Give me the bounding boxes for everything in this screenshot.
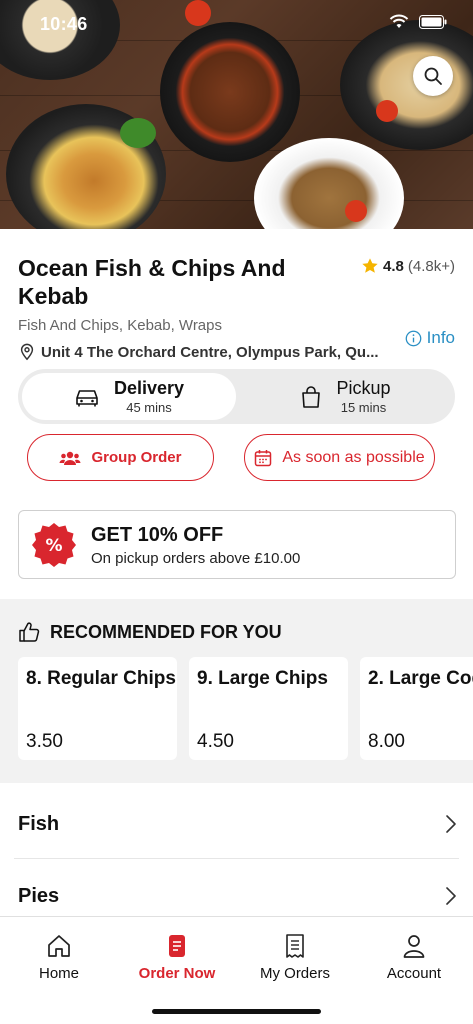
tab-home[interactable]: Home [0,933,118,982]
tomato-decor [345,200,367,222]
shopping-bag-icon [302,385,321,408]
home-icon [48,935,70,957]
item-name: 2. Large Cod [368,668,473,689]
tab-my-orders[interactable]: My Orders [236,933,354,982]
rating-value: 4.8 [383,257,404,275]
promo-card[interactable]: % GET 10% OFF On pickup orders above £10… [18,510,456,579]
status-icons [389,14,447,30]
info-link[interactable]: Info [405,328,455,348]
tab-label: Order Now [138,965,216,982]
calendar-icon [255,449,272,466]
discount-symbol: % [45,536,62,556]
restaurant-name: Ocean Fish & Chips And Kebab [18,255,286,309]
order-icon [169,935,185,957]
item-price: 8.00 [368,731,405,752]
item-name: 8. Regular Chips [26,668,176,689]
group-icon [59,451,81,465]
rating-count: (4.8k+) [407,257,455,275]
tab-account[interactable]: Account [355,933,473,982]
schedule-label: As soon as possible [282,448,425,466]
search-button[interactable] [413,56,453,96]
kebab-plate [254,138,404,229]
promo-headline: GET 10% OFF [91,524,224,546]
pickup-option[interactable]: Pickup 15 mins [240,373,451,420]
star-icon [362,258,378,273]
group-order-button[interactable]: Group Order [27,434,214,481]
discount-badge-icon: % [32,523,76,567]
thumbs-up-icon [19,622,40,642]
status-bar: 10:46 [0,0,473,50]
category-label: Pies [18,884,60,907]
tab-label: My Orders [259,965,330,982]
rating: 4.8 (4.8k+) [361,257,455,275]
delivery-label: Delivery [113,377,185,398]
item-price: 3.50 [26,731,63,752]
address[interactable]: Unit 4 The Orchard Centre, Olympus Park,… [18,343,386,361]
recommended-item-card[interactable]: 9. Large Chips 4.50 [189,657,348,760]
home-indicator [152,1009,321,1014]
status-time: 10:46 [40,14,88,34]
address-text: Unit 4 The Orchard Centre, Olympus Park,… [41,343,379,361]
bottom-tab-bar: Home Order Now My Orders Account [0,916,473,1024]
hero-image: 10:46 [0,0,473,229]
category-label: Fish [18,812,60,835]
item-name: 9. Large Chips [197,668,328,689]
recommended-section: RECOMMENDED FOR YOU 8. Regular Chips 3.5… [0,599,473,783]
location-pin-icon [20,343,34,361]
item-price: 4.50 [197,731,234,752]
info-label: Info [426,328,455,347]
schedule-button[interactable]: As soon as possible [244,434,435,481]
receipt-icon [286,934,304,958]
group-order-label: Group Order [91,449,182,466]
category-row-fish[interactable]: Fish [18,794,457,854]
search-icon [424,67,442,85]
recommended-item-card[interactable]: 2. Large Cod 8.00 [360,657,473,760]
chevron-right-icon [446,815,456,833]
info-icon [405,330,422,346]
herb-decor [120,118,156,148]
tab-label: Home [38,965,79,982]
order-type-toggle: Delivery 45 mins Pickup 15 mins [18,369,455,424]
tab-label: Account [386,965,442,982]
delivery-time: 45 mins [126,399,172,415]
recommended-title-text: RECOMMENDED FOR YOU [50,621,282,642]
car-icon [76,389,98,406]
promo-detail: On pickup orders above £10.00 [91,550,301,567]
pickup-label: Pickup [336,377,391,398]
tab-order-now[interactable]: Order Now [118,933,236,982]
cuisine-tags: Fish And Chips, Kebab, Wraps [18,317,222,334]
recommended-title: RECOMMENDED FOR YOU [18,621,282,643]
pickup-time: 15 mins [340,399,387,415]
battery-icon [419,15,447,29]
divider [14,858,459,859]
account-icon [403,935,425,958]
wifi-icon [389,14,409,28]
recommended-item-card[interactable]: 8. Regular Chips 3.50 [18,657,177,760]
tomato-decor [376,100,398,122]
chevron-right-icon [446,887,456,905]
delivery-option[interactable]: Delivery 45 mins [22,373,236,420]
